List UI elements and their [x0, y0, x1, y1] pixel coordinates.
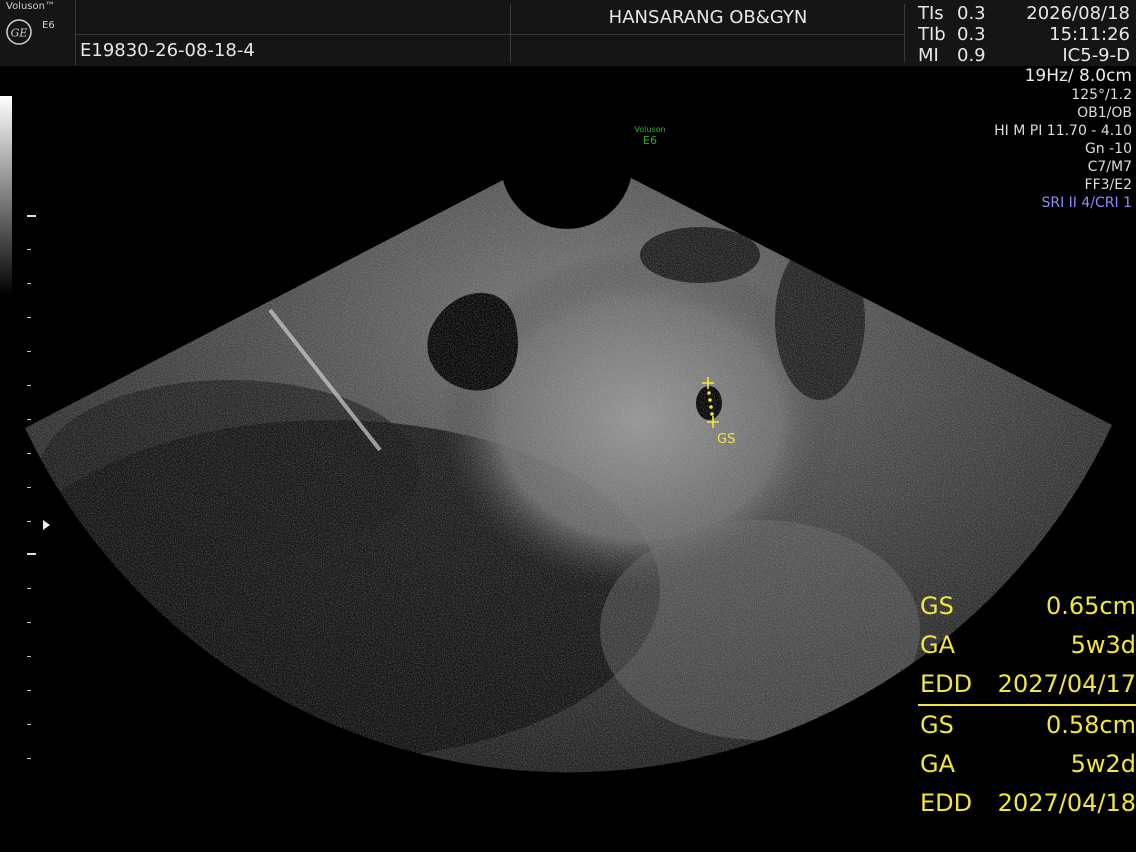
- filter-param: FF3/E2: [1084, 177, 1132, 193]
- exam-date: 2026/08/18: [1026, 3, 1130, 24]
- model-label: E6: [42, 20, 55, 31]
- measurement-value: 5w3d: [1070, 631, 1136, 659]
- measurement-row: EDD 2027/04/18: [918, 787, 1136, 826]
- exam-time: 15:11:26: [1049, 24, 1130, 45]
- measurement-value: 2027/04/17: [997, 670, 1136, 698]
- focus-marker-icon[interactable]: [43, 520, 50, 530]
- measurement-value: 0.58cm: [1045, 711, 1136, 739]
- brand-label: Voluson™: [6, 1, 55, 12]
- contrast-param: C7/M7: [1087, 159, 1132, 175]
- sri-param: SRI II 4/CRI 1: [1041, 195, 1132, 211]
- watermark-brand: Voluson: [634, 125, 666, 134]
- measurement-row: GA 5w3d: [918, 629, 1136, 668]
- harmonic-param: HI M PI 11.70 - 4.10: [994, 123, 1132, 139]
- measurement-label: GA: [920, 631, 956, 659]
- measurement-panel: GS 0.65cm GA 5w3d EDD 2027/04/17 GS 0.58…: [918, 590, 1136, 826]
- measurement-row: GA 5w2d: [918, 748, 1136, 787]
- measurement-value: 0.65cm: [1045, 592, 1136, 620]
- gain-param: Gn -10: [1084, 141, 1132, 157]
- measurement-label: GS: [920, 711, 954, 739]
- patient-id: E19830-26-08-18-4: [80, 40, 255, 61]
- measurement-row: GS 0.65cm: [918, 590, 1136, 629]
- measurement-row: GS 0.58cm: [918, 709, 1136, 748]
- caliper-label: GS: [717, 432, 735, 447]
- watermark-model: E6: [643, 134, 657, 147]
- header-bar: Voluson™ GE E6 E19830-26-08-18-4 HANSARA…: [0, 0, 1136, 66]
- measurement-label: EDD: [920, 670, 973, 698]
- grayscale-bar: [0, 96, 12, 296]
- index-label-tib: TIb: [918, 24, 946, 45]
- index-value-mi: 0.9: [957, 45, 986, 66]
- measurement-value: 2027/04/18: [997, 789, 1136, 817]
- svg-text:GE: GE: [11, 27, 28, 40]
- measurement-label: GA: [920, 750, 956, 778]
- watermark: Voluson E6: [620, 125, 680, 147]
- index-label-tis: TIs: [918, 3, 944, 24]
- imaging-parameters: 19Hz/ 8.0cm 125°/1.2 OB1/OB HI M PI 11.7…: [994, 66, 1132, 212]
- measurement-row: EDD 2027/04/17: [918, 668, 1136, 707]
- index-label-mi: MI: [918, 45, 939, 66]
- hospital-name: HANSARANG OB&GYN: [608, 7, 808, 28]
- frame-depth: 19Hz/ 8.0cm: [1024, 66, 1132, 86]
- measurement-label: EDD: [920, 789, 973, 817]
- ge-logo-icon: GE: [6, 19, 32, 45]
- measurement-value: 5w2d: [1070, 750, 1136, 778]
- angle-param: 125°/1.2: [1071, 87, 1132, 103]
- index-value-tis: 0.3: [957, 3, 986, 24]
- probe-name: IC5-9-D: [1062, 45, 1130, 66]
- index-value-tib: 0.3: [957, 24, 986, 45]
- preset-param: OB1/OB: [1077, 105, 1132, 121]
- measurement-label: GS: [920, 592, 954, 620]
